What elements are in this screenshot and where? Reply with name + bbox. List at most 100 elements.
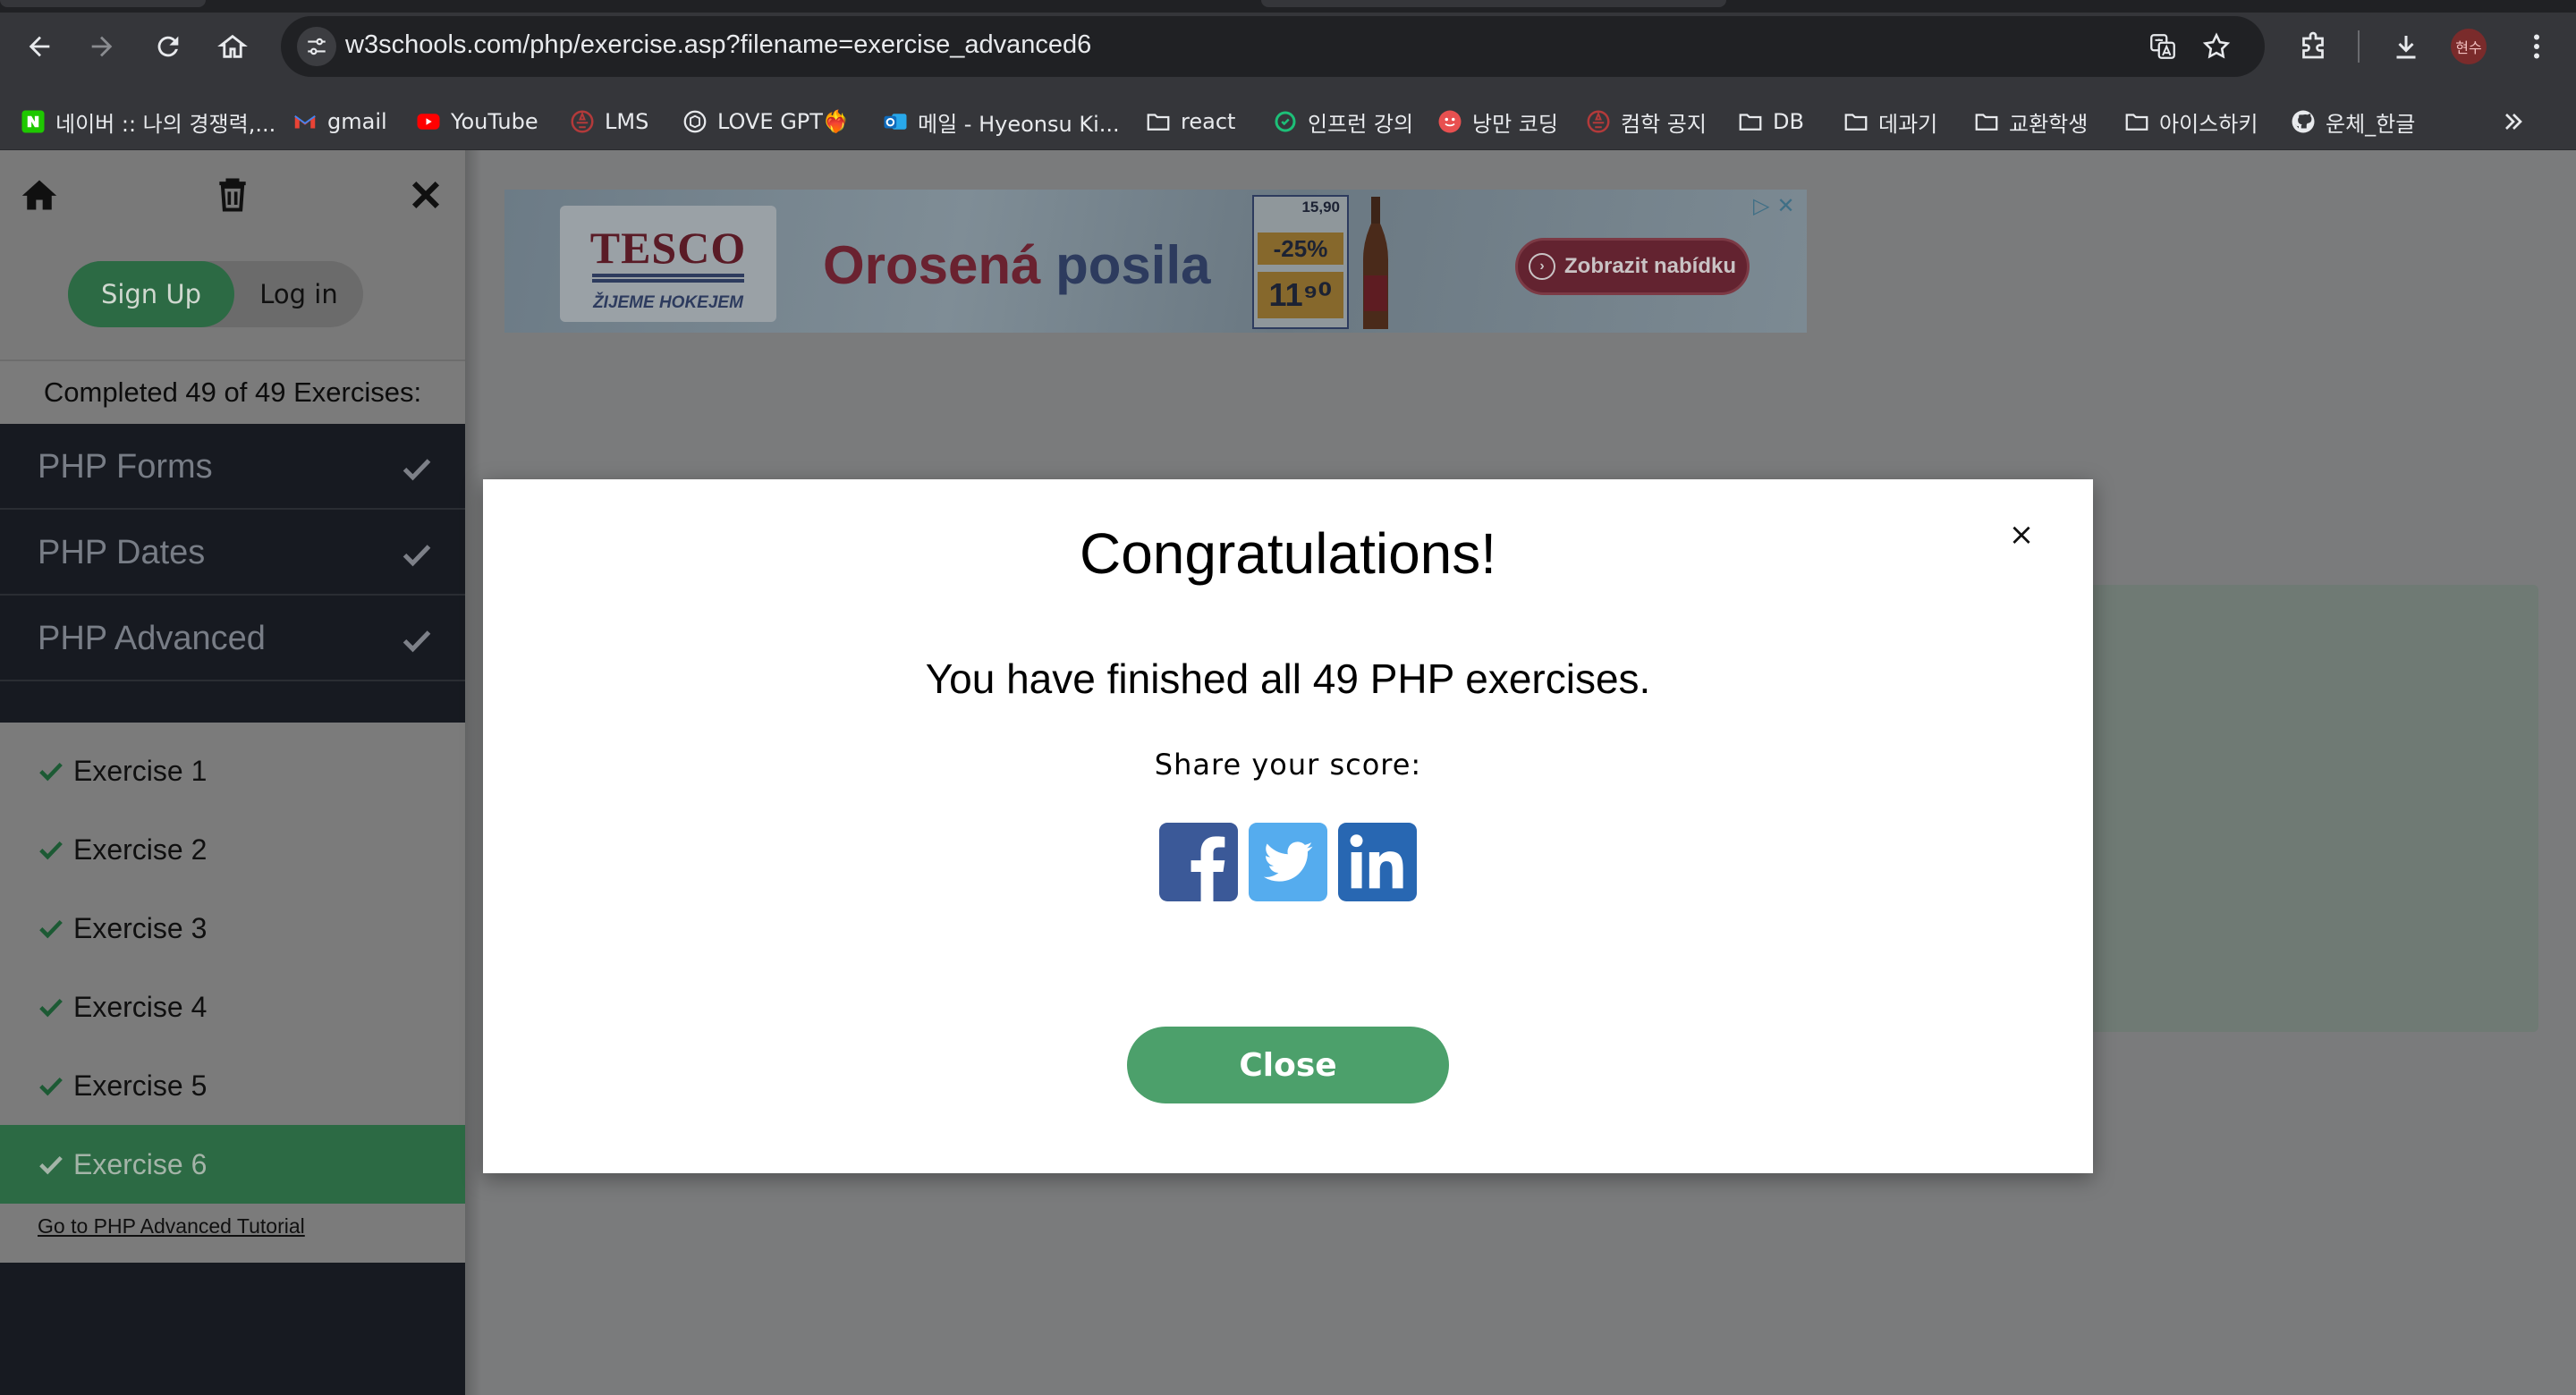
sidebar-home-button[interactable] [13,168,66,222]
github-icon [2290,108,2317,135]
sidebar-close-button[interactable] [399,168,453,222]
download-icon [2396,36,2416,59]
toolbar-divider [2358,30,2360,63]
chapter-php-dates[interactable]: PHP Dates [0,512,465,596]
bookmark-folder-exchange[interactable]: 교환학생 [1973,102,2088,141]
sign-up-button[interactable]: Sign Up [68,261,234,327]
tab-fragment[interactable] [1261,0,1726,7]
share-linkedin-button[interactable] [1338,823,1417,901]
outlook-icon [882,108,909,135]
tab-strip [0,0,2576,13]
checkmark-icon [401,624,433,656]
ad-price-card: 15,90 -25% 11⁹⁰ [1252,195,1349,329]
linkedin-icon [1338,823,1417,901]
bookmark-github[interactable]: 운체_한글 [2290,102,2415,141]
beer-bottle-icon [1363,197,1388,329]
chapter-label: PHP Advanced [38,619,266,657]
bookmark-lms[interactable]: LMS [569,102,648,141]
bookmark-love-gpt[interactable]: LOVE GPT❤️‍🔥 [682,102,850,141]
downloads-button[interactable] [2383,23,2429,70]
exercise-item-3[interactable]: Exercise 3 [0,889,465,968]
translate-button[interactable] [2145,29,2181,64]
exercise-item-4[interactable]: Exercise 4 [0,968,465,1046]
page-viewport: TESCO ŽIJEME HOKEJEM Orosená posila 15,9… [0,150,2576,1395]
home-icon [217,34,248,58]
ad-choices[interactable]: ▷ ✕ [1753,193,1803,218]
exercise-item-1[interactable]: Exercise 1 [0,731,465,810]
checkmark-icon [38,1072,64,1099]
chapter-label: PHP Forms [38,447,213,486]
exercise-panel [2021,585,2538,1032]
ad-cta-button[interactable]: › Zobrazit nabídku [1515,238,1750,295]
tab-fragment[interactable] [0,0,206,7]
log-in-button[interactable]: Log in [234,261,363,327]
exercise-sidebar: Sign Up Log in Completed 49 of 49 Exerci… [0,150,465,1395]
folder-icon [1737,108,1764,135]
chapter-php-forms[interactable]: PHP Forms [0,426,465,510]
folder-icon [2123,108,2150,135]
reload-button[interactable] [143,21,193,72]
star-icon [2202,32,2231,59]
bookmark-romantic-coding[interactable]: 낭만 코딩 [1436,102,1558,141]
ad-close-icon[interactable]: ✕ [1776,193,1794,218]
bookmark-youtube[interactable]: YouTube [415,102,538,141]
exercise-label: Exercise 3 [73,911,208,944]
url-text[interactable]: w3schools.com/php/exercise.asp?filename=… [345,30,1091,60]
folder-icon [1843,108,1869,135]
forward-button[interactable] [77,21,127,72]
checkmark-icon [401,452,433,485]
youtube-icon [415,108,442,135]
bookmark-folder-degwagi[interactable]: 데과기 [1843,102,1937,141]
profile-avatar[interactable]: 현수 [2451,29,2487,64]
php-advanced-tutorial-link[interactable]: Go to PHP Advanced Tutorial [38,1214,305,1239]
bookmark-label: LOVE GPT❤️‍🔥 [717,109,850,134]
chapter-php-advanced[interactable]: PHP Advanced [0,597,465,681]
bookmark-outlook[interactable]: 메일 - Hyeonsu Ki... [882,102,1120,141]
ad-headline-word1: Orosená [823,235,1041,295]
home-icon [21,180,57,210]
checkmark-icon [401,538,433,571]
bookmark-cs-notice[interactable]: 컴학 공지 [1585,102,1707,141]
checkmark-icon [38,915,64,942]
bookmark-label: 데과기 [1878,111,1938,137]
extensions-button[interactable] [2290,23,2336,70]
bookmark-label: YouTube [451,109,538,134]
url-path: /php/exercise.asp?filename=exercise_adva… [522,30,1092,59]
home-button[interactable] [208,21,258,72]
bookmark-naver[interactable]: 네이버 :: 나의 경쟁력,... [20,102,275,141]
exercise-item-6[interactable]: Exercise 6 [0,1125,465,1204]
share-twitter-button[interactable] [1249,823,1327,901]
bookmark-label: 낭만 코딩 [1472,111,1558,137]
bookmark-label: LMS [605,109,649,134]
sidebar-trash-button[interactable] [206,168,259,222]
bookmark-folder-icehockey[interactable]: 아이스하키 [2123,102,2258,141]
gmail-icon [292,108,318,135]
chatgpt-icon [682,108,708,135]
translate-icon [2150,34,2175,59]
romantic-coding-icon [1436,108,1463,135]
tesco-logo: TESCO [589,223,747,273]
checkmark-icon [38,1151,64,1178]
bookmark-folder-react[interactable]: react [1145,102,1235,141]
modal-close-button[interactable]: Close [1127,1027,1449,1103]
exercise-label: Exercise 2 [73,833,208,866]
bookmark-label: react [1181,109,1236,134]
browser-menu-button[interactable] [2513,23,2560,70]
trash-icon [219,178,246,212]
lms-icon [569,108,596,135]
bookmarks-overflow-button[interactable] [2490,98,2537,145]
ad-cta-label: Zobrazit nabídku [1564,254,1736,278]
share-facebook-button[interactable] [1159,823,1238,901]
site-info-button[interactable] [297,27,336,66]
address-bar[interactable]: w3schools.com/php/exercise.asp?filename=… [281,16,2265,77]
bookmark-gmail[interactable]: gmail [292,102,387,141]
exercise-item-2[interactable]: Exercise 2 [0,810,465,889]
exercise-item-5[interactable]: Exercise 5 [0,1046,465,1125]
back-button[interactable] [14,21,64,72]
bookmark-label: 네이버 :: 나의 경쟁력,... [55,111,276,137]
bookmark-star-button[interactable] [2199,29,2234,64]
bookmark-folder-db[interactable]: DB [1737,102,1804,141]
bookmark-inflearn[interactable]: 인프런 강의 [1272,102,1413,141]
tesco-ad-banner[interactable]: TESCO ŽIJEME HOKEJEM Orosená posila 15,9… [504,190,1807,333]
adchoices-icon[interactable]: ▷ [1753,193,1769,218]
